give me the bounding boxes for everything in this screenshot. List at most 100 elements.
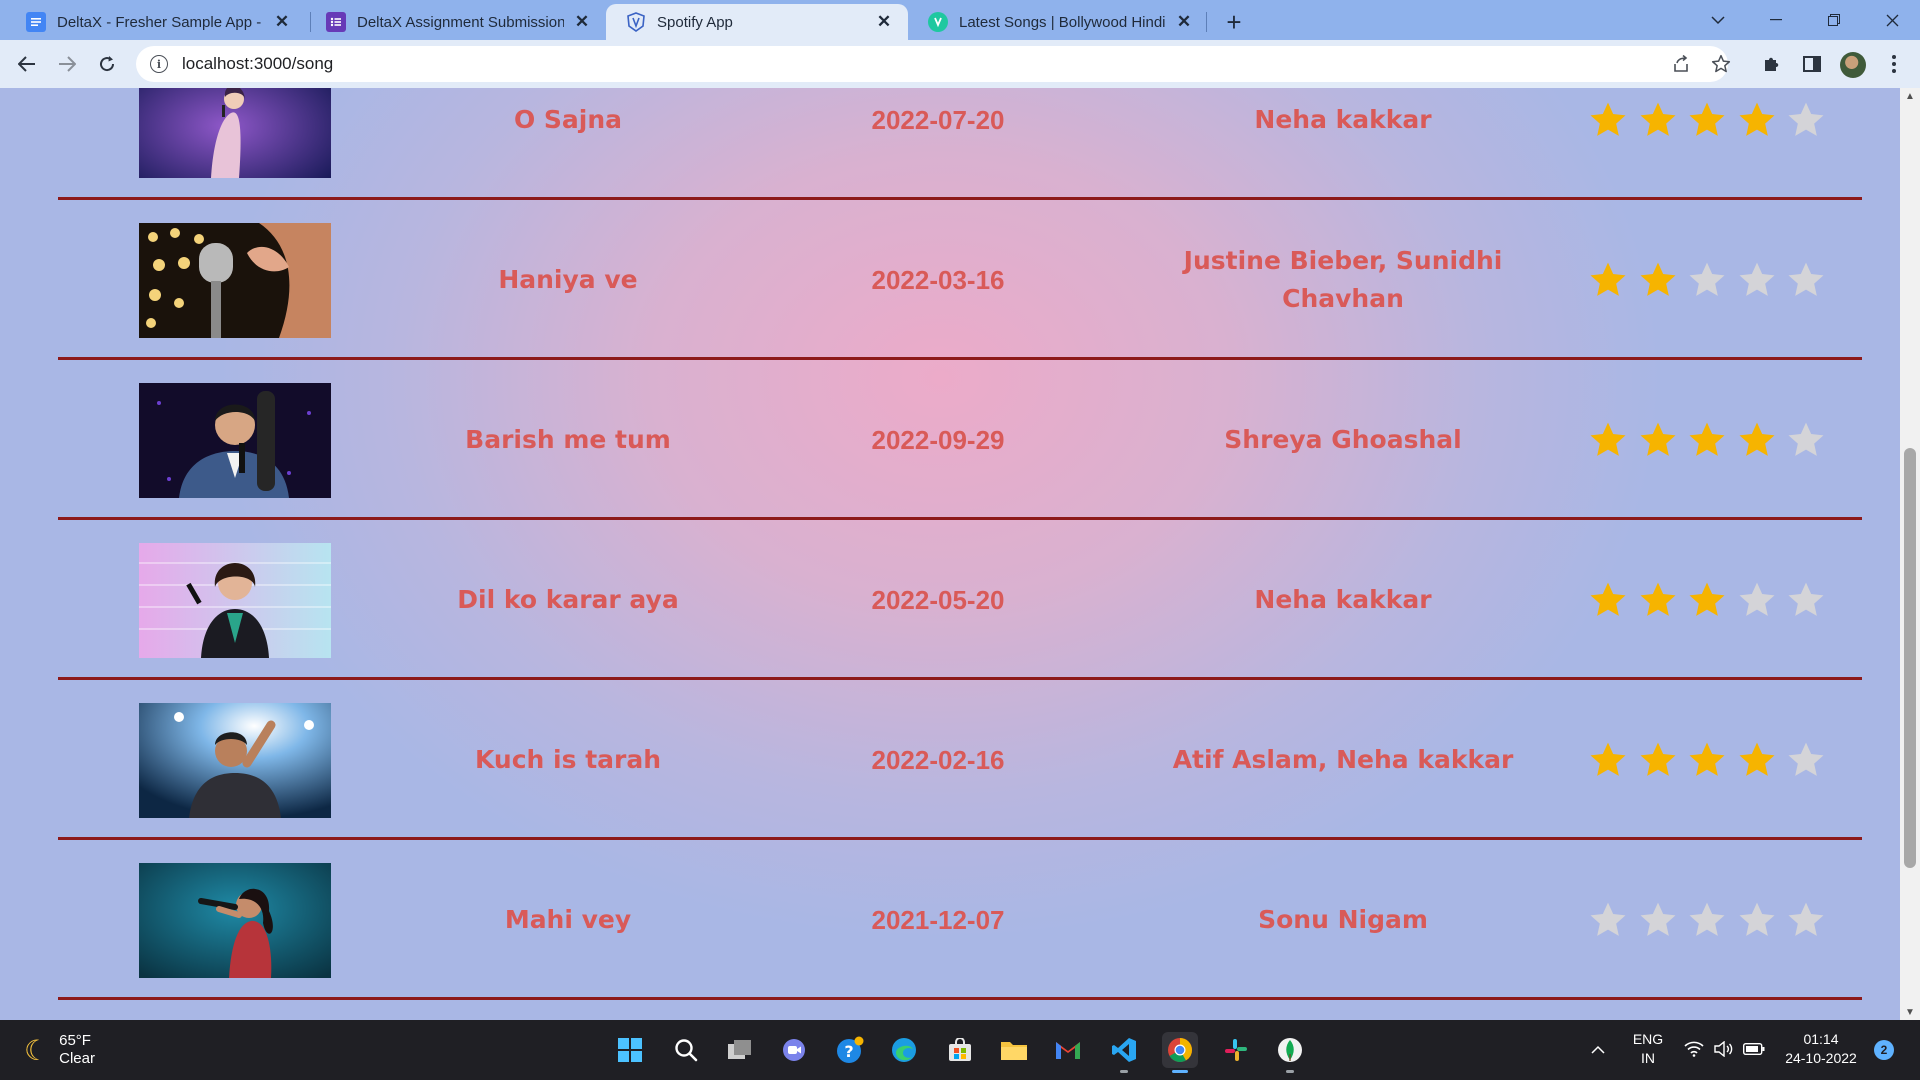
rating-stars[interactable] — [1588, 520, 1836, 680]
empty-star-icon[interactable] — [1786, 100, 1826, 140]
filled-star-icon[interactable] — [1638, 420, 1678, 460]
page-scrollbar[interactable]: ▲ ▼ — [1900, 88, 1920, 1020]
song-artwork — [139, 88, 331, 178]
filled-star-icon[interactable] — [1737, 740, 1777, 780]
empty-star-icon[interactable] — [1737, 260, 1777, 300]
tab-deltax-assignment[interactable]: DeltaX Assignment Submission - ✕ — [306, 4, 606, 40]
empty-star-icon[interactable] — [1786, 580, 1826, 620]
volume-icon[interactable] — [1712, 1037, 1736, 1061]
tab-spotify-app[interactable]: Spotify App ✕ — [606, 4, 908, 40]
empty-star-icon[interactable] — [1786, 740, 1826, 780]
close-window-button[interactable] — [1864, 0, 1920, 40]
filled-star-icon[interactable] — [1687, 100, 1727, 140]
empty-star-icon[interactable] — [1638, 900, 1678, 940]
rating-stars[interactable] — [1588, 88, 1836, 200]
edge-browser-icon[interactable] — [886, 1032, 922, 1068]
close-tab-icon[interactable]: ✕ — [1174, 12, 1194, 32]
vscode-icon[interactable] — [1106, 1032, 1142, 1073]
google-docs-icon — [26, 12, 46, 32]
tab-latest-songs[interactable]: Latest Songs | Bollywood Hindi T ✕ — [908, 4, 1208, 40]
filled-star-icon[interactable] — [1638, 580, 1678, 620]
filled-star-icon[interactable] — [1588, 580, 1628, 620]
browser-tab-strip: DeltaX - Fresher Sample App - Sp ✕ Delta… — [0, 0, 1920, 40]
rating-stars[interactable] — [1588, 200, 1836, 360]
scrollbar-thumb[interactable] — [1904, 448, 1916, 868]
song-artwork — [139, 383, 331, 498]
empty-star-icon[interactable] — [1786, 420, 1826, 460]
song-row: Mahi vey 2021-12-07 Sonu Nigam — [58, 840, 1862, 1000]
search-icon[interactable] — [668, 1032, 704, 1068]
tab-search-chevron-icon[interactable] — [1690, 0, 1746, 40]
song-title: O Sajna — [513, 105, 623, 134]
kebab-menu-icon[interactable] — [1882, 52, 1906, 76]
filled-star-icon[interactable] — [1638, 260, 1678, 300]
chrome-browser-icon[interactable] — [1162, 1032, 1198, 1073]
close-tab-icon[interactable]: ✕ — [572, 12, 592, 32]
gmail-icon[interactable] — [1050, 1032, 1086, 1068]
filled-star-icon[interactable] — [1737, 420, 1777, 460]
minimize-window-button[interactable] — [1748, 0, 1804, 40]
empty-star-icon[interactable] — [1588, 900, 1628, 940]
filled-star-icon[interactable] — [1638, 740, 1678, 780]
slack-icon[interactable] — [1218, 1032, 1254, 1068]
get-help-icon[interactable]: ? — [832, 1032, 868, 1068]
battery-icon[interactable] — [1742, 1037, 1766, 1061]
site-info-icon[interactable]: i — [150, 55, 168, 73]
filled-star-icon[interactable] — [1588, 740, 1628, 780]
empty-star-icon[interactable] — [1737, 580, 1777, 620]
extensions-puzzle-icon[interactable] — [1760, 52, 1784, 76]
scroll-down-arrow-icon[interactable]: ▼ — [1900, 1004, 1920, 1020]
filled-star-icon[interactable] — [1638, 100, 1678, 140]
close-tab-icon[interactable]: ✕ — [272, 12, 292, 32]
empty-star-icon[interactable] — [1687, 260, 1727, 300]
clock-date: 24-10-2022 — [1785, 1050, 1857, 1066]
side-panel-icon[interactable] — [1800, 52, 1824, 76]
restore-window-button[interactable] — [1806, 0, 1862, 40]
close-tab-icon[interactable]: ✕ — [874, 12, 894, 32]
language-indicator[interactable]: ENG IN — [1624, 1030, 1672, 1068]
rating-stars[interactable] — [1588, 840, 1836, 1000]
rating-stars[interactable] — [1588, 680, 1836, 840]
file-explorer-icon[interactable] — [996, 1032, 1032, 1068]
address-url: localhost:3000/song — [182, 54, 334, 73]
chevron-up-icon[interactable] — [1586, 1037, 1610, 1061]
filled-star-icon[interactable] — [1588, 100, 1628, 140]
tab-title: Spotify App — [657, 13, 733, 31]
reload-icon[interactable] — [92, 49, 122, 79]
song-artists: Neha kakkar — [1254, 585, 1432, 614]
wifi-icon[interactable] — [1682, 1037, 1706, 1061]
mongodb-compass-icon[interactable] — [1272, 1032, 1308, 1073]
share-icon[interactable] — [1670, 53, 1692, 75]
release-date: 2021-12-07 — [871, 905, 1005, 935]
task-view-icon[interactable] — [722, 1032, 758, 1068]
song-row: Kuch is tarah 2022-02-16 Atif Aslam, Neh… — [58, 680, 1862, 840]
music-site-icon — [928, 12, 948, 32]
filled-star-icon[interactable] — [1687, 580, 1727, 620]
windows-start-icon[interactable] — [612, 1032, 648, 1068]
song-artists: Sonu Nigam — [1258, 905, 1428, 934]
new-tab-button[interactable]: + — [1220, 7, 1248, 37]
scroll-up-arrow-icon[interactable]: ▲ — [1900, 88, 1920, 104]
empty-star-icon[interactable] — [1737, 900, 1777, 940]
filled-star-icon[interactable] — [1687, 740, 1727, 780]
clock[interactable]: 01:14 24-10-2022 — [1778, 1030, 1864, 1068]
empty-star-icon[interactable] — [1687, 900, 1727, 940]
rating-stars[interactable] — [1588, 360, 1836, 520]
back-arrow-icon[interactable] — [12, 49, 42, 79]
forward-arrow-icon[interactable] — [52, 49, 82, 79]
teams-chat-icon[interactable] — [776, 1032, 812, 1068]
bookmark-star-icon[interactable] — [1710, 53, 1732, 75]
filled-star-icon[interactable] — [1588, 420, 1628, 460]
microsoft-store-icon[interactable] — [942, 1032, 978, 1068]
notification-badge[interactable]: 2 — [1874, 1040, 1894, 1060]
empty-star-icon[interactable] — [1786, 900, 1826, 940]
song-artwork — [139, 863, 331, 978]
filled-star-icon[interactable] — [1737, 100, 1777, 140]
address-bar[interactable]: i localhost:3000/song — [136, 46, 1731, 82]
filled-star-icon[interactable] — [1588, 260, 1628, 300]
weather-widget[interactable]: ☾ 65°F Clear — [24, 1032, 95, 1068]
empty-star-icon[interactable] — [1786, 260, 1826, 300]
filled-star-icon[interactable] — [1687, 420, 1727, 460]
tab-deltax-sample-app[interactable]: DeltaX - Fresher Sample App - Sp ✕ — [6, 4, 306, 40]
profile-avatar[interactable] — [1840, 52, 1866, 78]
